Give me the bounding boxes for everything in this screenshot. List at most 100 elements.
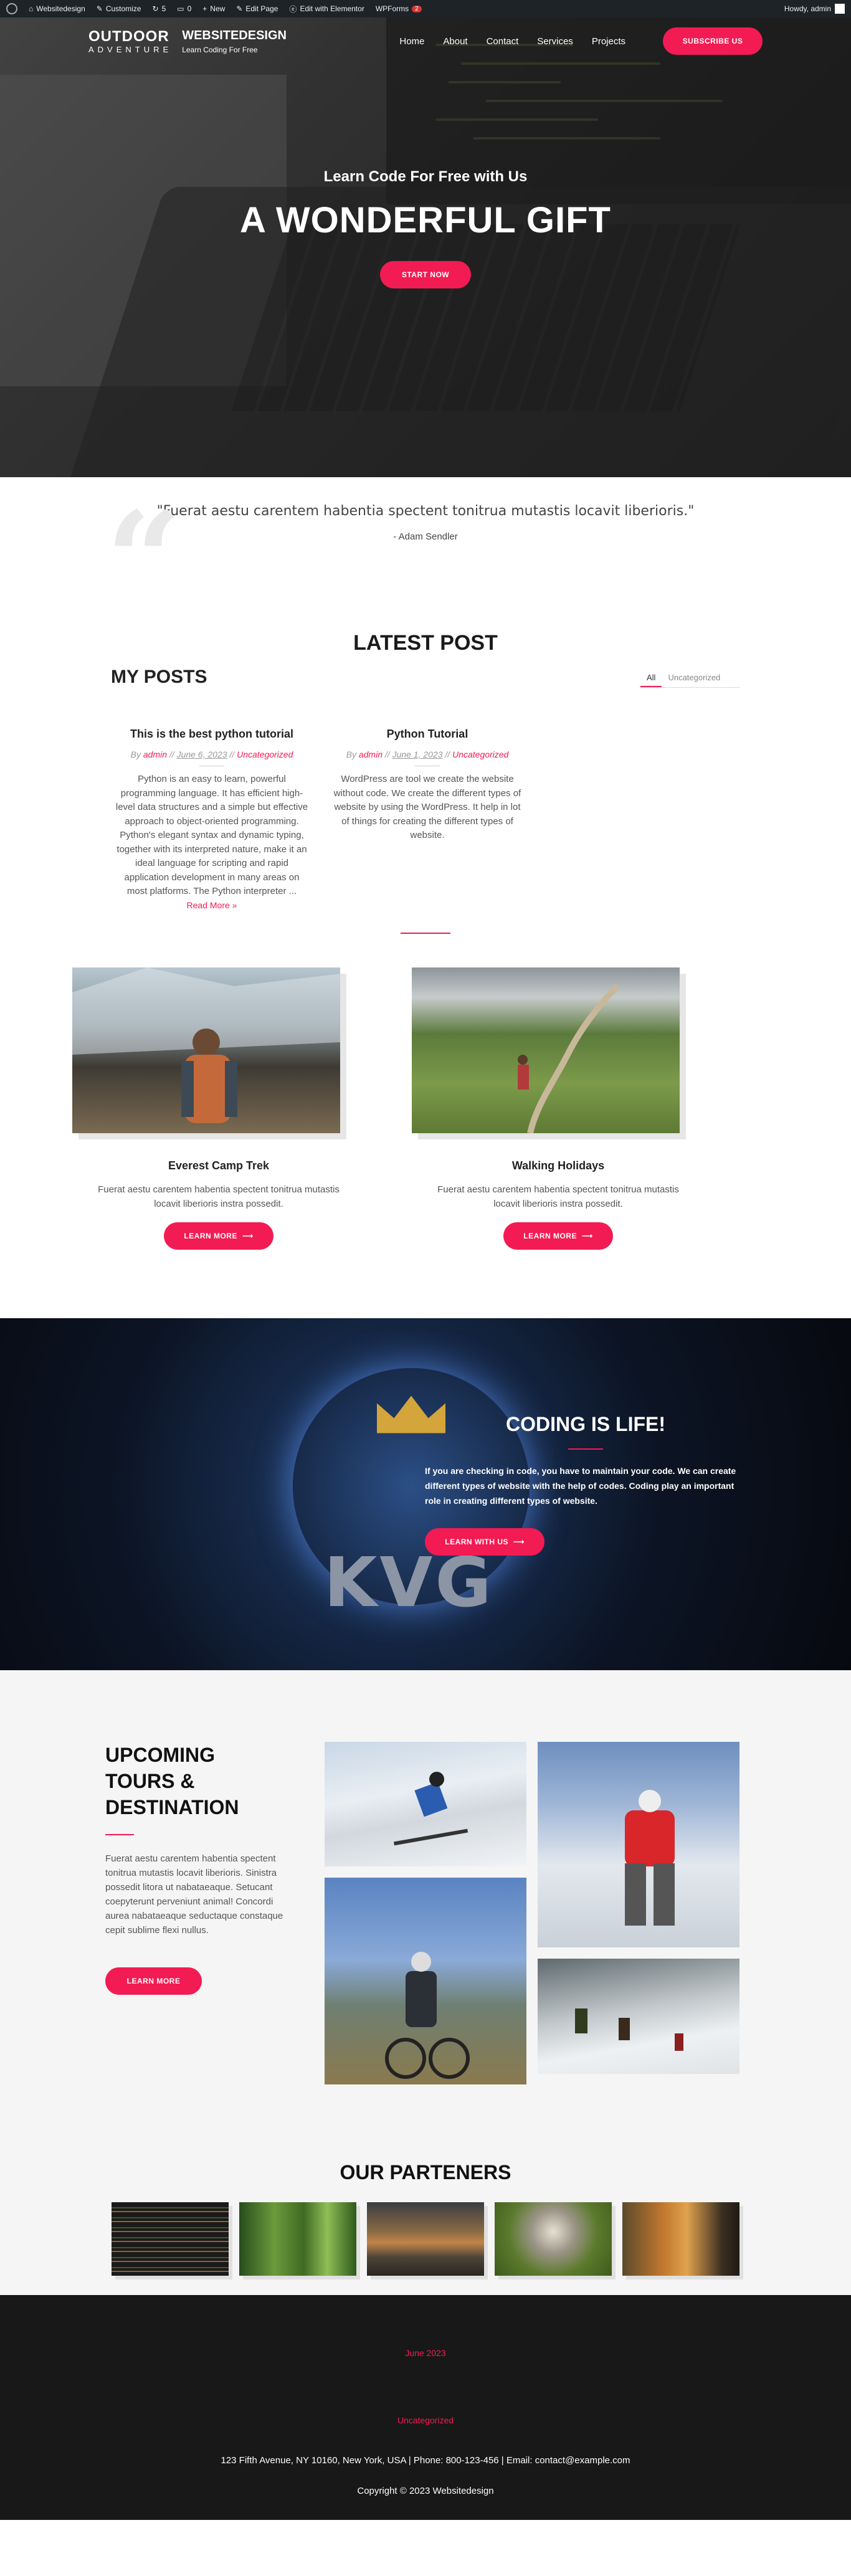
tour-title: Everest Camp Trek (168, 1159, 270, 1172)
elementor-icon: ⓔ (289, 4, 297, 14)
admin-site-link[interactable]: ⌂ Websitedesign (29, 4, 85, 13)
post-author-link[interactable]: admin (359, 749, 383, 759)
site-title[interactable]: WEBSITEDESIGN (182, 29, 287, 43)
site-logo[interactable]: OUTDOOR ADVENTURE (88, 29, 172, 54)
nav-home[interactable]: Home (399, 36, 424, 47)
comment-icon: ▭ (177, 4, 184, 13)
site-tagline: Learn Coding For Free (182, 45, 258, 54)
hiker-illustration (72, 967, 340, 1123)
learn-more-button[interactable]: LEARN MORE ⟶ (164, 1222, 273, 1250)
snow-hiker-image (538, 1741, 739, 1947)
trail-illustration (518, 983, 620, 1134)
partners-title: OUR PARTENERS (340, 2160, 511, 2184)
post-date-link[interactable]: June 6, 2023 (177, 749, 227, 759)
post-card: This is the best python tutorial By admi… (115, 728, 309, 910)
site-title-block: WEBSITEDESIGN Learn Coding For Free (182, 29, 287, 54)
arrow-right-icon: ⟶ (581, 1231, 593, 1240)
tour-text: Fuerat aestu carentem habentia spectent … (437, 1184, 679, 1209)
nav-services[interactable]: Services (537, 36, 573, 47)
learn-more-button[interactable]: LEARN MORE ⟶ (503, 1222, 613, 1250)
coding-text: If you are checking in code, you have to… (425, 1465, 736, 1506)
admin-new-link[interactable]: + New (202, 4, 225, 13)
admin-updates-link[interactable]: ↻ 5 (153, 4, 166, 13)
quote-section: “ "Fuerat aestu carentem habentia specte… (0, 477, 851, 625)
main-nav: Home About Contact Services Projects SUB… (399, 27, 763, 55)
partner-forest-image[interactable] (239, 2202, 356, 2276)
hero-content: Learn Code For Free with Us A WONDERFUL … (0, 168, 851, 288)
post-meta: By admin // June 1, 2023 // Uncategorize… (346, 749, 509, 759)
footer-category-link[interactable]: Uncategorized (0, 2415, 851, 2425)
nav-about[interactable]: About (443, 36, 467, 47)
post-excerpt: Python is an easy to learn, powerful pro… (115, 774, 308, 896)
arrow-right-icon: ⟶ (242, 1231, 254, 1240)
admin-elementor-link[interactable]: ⓔ Edit with Elementor (289, 4, 364, 14)
start-now-button[interactable]: START NOW (380, 261, 471, 288)
hero-section: OUTDOOR ADVENTURE WEBSITEDESIGN Learn Co… (0, 0, 851, 477)
post-filter: All Uncategorized (640, 669, 740, 688)
coding-section: KVG CODING IS LIFE! If you are checking … (0, 1318, 851, 1670)
plus-icon: + (202, 4, 207, 13)
post-title[interactable]: Python Tutorial (330, 728, 525, 741)
admin-comments-link[interactable]: ▭ 0 (177, 4, 191, 13)
admin-bar: ⌂ Websitedesign ✎ Customize ↻ 5 ▭ 0 + Ne… (0, 0, 851, 17)
site-header: OUTDOOR ADVENTURE WEBSITEDESIGN Learn Co… (0, 17, 851, 65)
partner-sunset-image[interactable] (367, 2202, 484, 2276)
quote-mark-icon: “ (106, 483, 181, 637)
wordpress-logo-icon[interactable] (6, 3, 17, 14)
coding-divider (568, 1448, 603, 1450)
partners-row (112, 2202, 739, 2276)
avatar (835, 4, 845, 14)
site-footer: June 2023 Uncategorized 123 Fifth Avenue… (0, 2294, 851, 2520)
tour-card: Walking Holidays Fuerat aestu carentem h… (412, 967, 705, 1250)
admin-account-menu[interactable]: Howdy, admin (784, 4, 845, 14)
latest-posts-section: LATEST POST MY POSTS All Uncategorized T… (0, 631, 851, 934)
brush-icon: ✎ (96, 4, 103, 13)
pencil-icon: ✎ (236, 4, 243, 13)
upcoming-text: Fuerat aestu carentem habentia spectent … (105, 1853, 283, 1936)
post-meta: By admin // June 6, 2023 // Uncategorize… (130, 749, 293, 759)
nav-projects[interactable]: Projects (592, 36, 625, 47)
home-icon: ⌂ (29, 4, 34, 13)
nav-contact[interactable]: Contact (487, 36, 519, 47)
post-date-link[interactable]: June 1, 2023 (392, 749, 443, 759)
footer-address: 123 Fifth Avenue, NY 10160, New York, US… (221, 2455, 630, 2466)
admin-edit-page-link[interactable]: ✎ Edit Page (236, 4, 278, 13)
ski-trekkers-image (538, 1958, 739, 2074)
partner-code-image[interactable] (112, 2202, 229, 2276)
footer-copyright: Copyright © 2023 Websitedesign (357, 2485, 494, 2496)
filter-all[interactable]: All (640, 669, 662, 687)
post-excerpt: WordPress are tool we create the website… (333, 774, 521, 840)
read-more-link[interactable]: Read More » (115, 900, 309, 910)
upcoming-title: UPCOMING TOURS & DESTINATION (105, 1743, 239, 1818)
upcoming-learn-more-button[interactable]: LEARN MORE (105, 1967, 202, 1995)
admin-wpforms-link[interactable]: WPForms 2 (376, 4, 422, 13)
post-card: Python Tutorial By admin // June 1, 2023… (330, 728, 525, 910)
upcoming-section: UPCOMING TOURS & DESTINATION Fuerat aest… (0, 1670, 851, 2295)
tour-title: Walking Holidays (511, 1159, 605, 1172)
quote-author: - Adam Sendler (393, 531, 458, 542)
hero-subtitle: Learn Code For Free with Us (323, 168, 528, 185)
subscribe-button[interactable]: SUBSCRIBE US (663, 27, 763, 55)
post-category-link[interactable]: Uncategorized (237, 749, 293, 759)
admin-customize-link[interactable]: ✎ Customize (97, 4, 141, 13)
tour-image-everest (72, 967, 340, 1133)
arrow-right-icon: ⟶ (513, 1537, 525, 1546)
footer-archive-link[interactable]: June 2023 (0, 2348, 851, 2358)
partner-lemur-image[interactable] (495, 2202, 612, 2276)
tour-text: Fuerat aestu carentem habentia spectent … (98, 1184, 340, 1209)
wpforms-badge: 2 (412, 5, 422, 12)
partner-tiger-image[interactable] (622, 2202, 739, 2276)
coding-title: CODING IS LIFE! (506, 1412, 665, 1435)
tours-section: Everest Camp Trek Fuerat aestu carentem … (52, 967, 799, 1250)
post-author-link[interactable]: admin (143, 749, 167, 759)
tour-image-walking (412, 967, 680, 1134)
tour-card: Everest Camp Trek Fuerat aestu carentem … (72, 967, 365, 1250)
mountain-biker-image (325, 1877, 526, 2084)
section-divider (401, 932, 450, 934)
quote-text: "Fuerat aestu carentem habentia spectent… (156, 503, 695, 519)
upcoming-divider (105, 1833, 134, 1835)
post-category-link[interactable]: Uncategorized (452, 749, 508, 759)
filter-uncategorized[interactable]: Uncategorized (662, 669, 726, 687)
post-title[interactable]: This is the best python tutorial (115, 728, 309, 741)
learn-with-us-button[interactable]: LEARN WITH US ⟶ (425, 1528, 544, 1556)
